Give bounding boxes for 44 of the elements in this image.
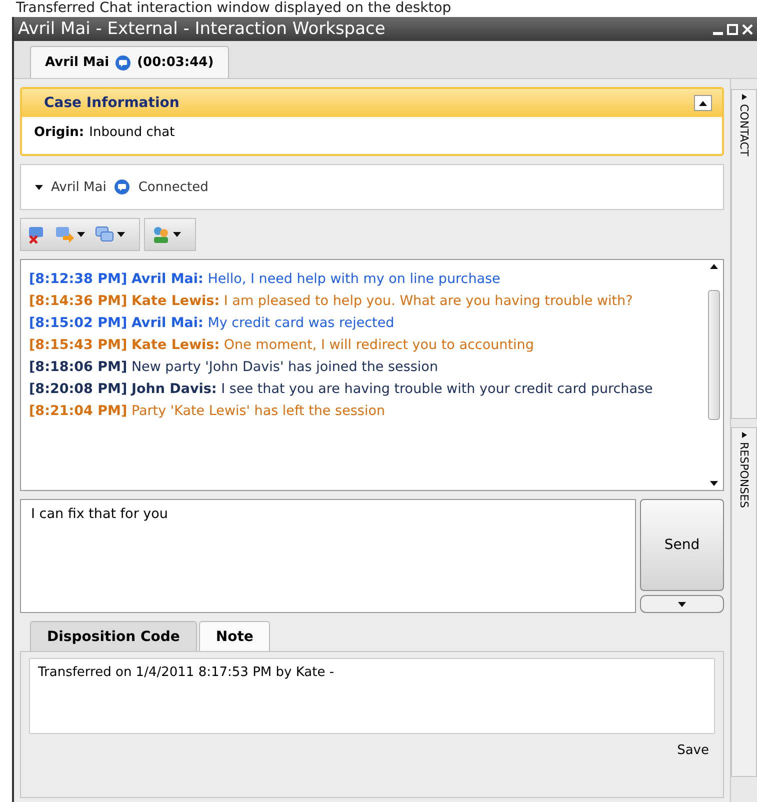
chat-message: [8:14:36 PM] Kate Lewis: I am pleased to help you. What are you having trouble with? [29, 292, 634, 311]
minimize-icon[interactable] [713, 32, 723, 34]
transfer-button[interactable] [55, 226, 85, 244]
caption-text: Transferred Chat interaction window displayed on the desktop [15, 0, 452, 17]
party-status: Connected [138, 180, 208, 194]
close-icon[interactable] [742, 24, 753, 34]
conference-button[interactable] [95, 226, 125, 244]
caret-icon [742, 94, 746, 100]
caret-icon [77, 232, 85, 237]
caret-icon [710, 481, 718, 486]
chat-message: [8:20:08 PM] John Davis: I see that you are having trouble with your credit card purchase [29, 380, 654, 399]
chat-message: [8:18:06 PM] New party 'John Davis' has joined the session [29, 358, 439, 377]
caret-icon [173, 232, 181, 237]
caret-icon [117, 232, 125, 237]
panel-title: Case Information [44, 95, 180, 111]
side-tab[interactable]: RESPONSES [731, 427, 757, 777]
caret-icon [678, 602, 686, 607]
note-field[interactable]: Transferred on 1/4/2011 8:17:53 PM by Kate - [29, 658, 715, 734]
party-name[interactable]: Avril Mai [51, 180, 106, 194]
caret-icon [35, 184, 43, 190]
chat-message: [8:12:38 PM] Avril Mai: Hello, I need help with my on line purchase [29, 270, 502, 289]
chat-message: [8:15:43 PM] Kate Lewis: One moment, I will redirect you to accounting [29, 336, 535, 355]
send-options-button[interactable] [640, 595, 724, 613]
maximize-icon[interactable] [727, 24, 738, 34]
message-input[interactable]: I can fix that for you [20, 499, 636, 613]
chat-bubble-icon [114, 179, 130, 195]
side-tab[interactable]: CONTACT [731, 89, 757, 419]
save-button[interactable]: Save [671, 742, 715, 759]
chat-message: [8:15:02 PM] Avril Mai: My credit card was rejected [29, 314, 396, 333]
send-button[interactable]: Send [640, 499, 724, 591]
origin-field: Origin: Inbound chat [22, 117, 722, 154]
interaction-tab[interactable]: Avril Mai (00:03:44) [30, 46, 229, 78]
panel-tab[interactable]: Note [198, 621, 270, 651]
caret-icon [710, 264, 718, 269]
panel-tab[interactable]: Disposition Code [30, 621, 197, 651]
chat-bubble-icon [115, 54, 132, 70]
scrollbar-thumb[interactable] [708, 290, 720, 420]
collapse-button[interactable] [694, 95, 712, 111]
caret-icon [699, 100, 707, 106]
contacts-button[interactable] [151, 226, 181, 244]
caret-icon [742, 432, 746, 438]
chat-message: [8:21:04 PM] Party 'Kate Lewis' has left the session [29, 402, 386, 421]
window-title: Avril Mai - External - Interaction Workspace [18, 19, 386, 39]
end-chat-button[interactable] [27, 226, 45, 244]
